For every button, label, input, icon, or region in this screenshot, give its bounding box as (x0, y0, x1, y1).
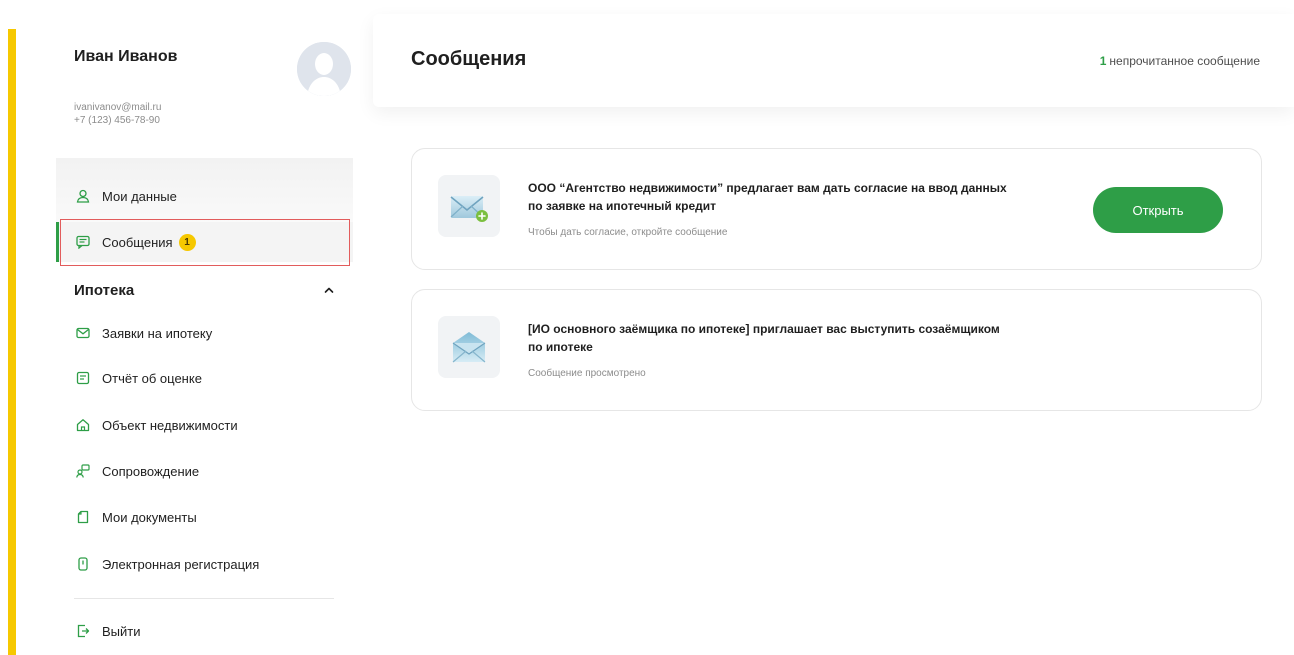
unread-badge: 1 (178, 233, 196, 251)
envelope-add-icon (438, 175, 500, 237)
page-header: Сообщения 1 непрочитанное сообщение (373, 14, 1294, 107)
sidebar-item-label: Мои документы (102, 509, 197, 525)
sidebar-item-label: Заявки на ипотеку (102, 325, 213, 341)
message-title: ООО “Агентство недвижимости” предлагает … (528, 181, 1007, 213)
sidebar-item-messages[interactable]: Сообщения 1 (56, 222, 353, 262)
sidebar-item-support[interactable]: Сопровождение (56, 451, 353, 491)
report-icon (76, 371, 90, 385)
sidebar: Иван Иванов ivanivanov@mail.ru +7 (123) … (56, 0, 353, 655)
sidebar-item-e-registration[interactable]: Электронная регистрация (56, 544, 353, 584)
sidebar-divider (74, 598, 334, 599)
sidebar-item-mortgage-applications[interactable]: Заявки на ипотеку (56, 313, 353, 353)
unread-count: 1 (1099, 54, 1107, 68)
accent-bar (8, 29, 16, 655)
e-registration-icon (76, 557, 90, 571)
message-card[interactable]: [ИО основного заёмщика по ипотеке] пригл… (411, 289, 1262, 411)
chat-icon (76, 235, 90, 249)
message-card[interactable]: ООО “Агентство недвижимости” предлагает … (411, 148, 1262, 270)
user-icon (76, 189, 90, 203)
unread-counter: 1 непрочитанное сообщение (1100, 54, 1260, 68)
avatar[interactable] (297, 42, 351, 96)
document-icon (76, 510, 90, 524)
sidebar-item-my-data[interactable]: Мои данные (56, 176, 353, 216)
logout-icon (76, 624, 90, 638)
message-title: [ИО основного заёмщика по ипотеке] пригл… (528, 322, 1000, 354)
sidebar-item-label: Объект недвижимости (102, 417, 238, 433)
sidebar-item-label: Отчёт об оценке (102, 370, 202, 386)
logout-button[interactable]: Выйти (56, 611, 353, 651)
section-mortgage-header[interactable]: Ипотека (74, 278, 336, 302)
profile-name: Иван Иванов (74, 48, 178, 65)
sidebar-item-property[interactable]: Объект недвижимости (56, 405, 353, 445)
message-subtitle: Чтобы дать согласие, откройте сообщение (528, 227, 728, 238)
page-title: Сообщения (411, 48, 527, 70)
sidebar-item-label: Сопровождение (102, 463, 200, 479)
support-icon (76, 464, 90, 478)
message-subtitle: Сообщение просмотрено (528, 368, 646, 379)
profile-block: Иван Иванов ivanivanov@mail.ru +7 (123) … (74, 42, 351, 136)
sidebar-item-label: Электронная регистрация (102, 556, 260, 572)
sidebar-item-label: Мои данные (102, 188, 177, 204)
sidebar-item-my-documents[interactable]: Мои документы (56, 497, 353, 537)
unread-text: непрочитанное сообщение (1109, 54, 1260, 68)
profile-email: ivanivanov@mail.ru (74, 102, 162, 113)
open-message-button[interactable]: Открыть (1093, 187, 1223, 233)
section-title: Ипотека (74, 281, 135, 299)
avatar-placeholder-icon (297, 42, 351, 96)
logout-label: Выйти (102, 623, 141, 639)
profile-phone: +7 (123) 456-78-90 (74, 115, 160, 126)
home-icon (76, 418, 90, 432)
mail-icon (76, 326, 90, 340)
chevron-up-icon[interactable] (322, 283, 336, 297)
sidebar-item-label: Сообщения (102, 234, 173, 250)
sidebar-item-valuation-report[interactable]: Отчёт об оценке (56, 358, 353, 398)
envelope-open-icon (438, 316, 500, 378)
